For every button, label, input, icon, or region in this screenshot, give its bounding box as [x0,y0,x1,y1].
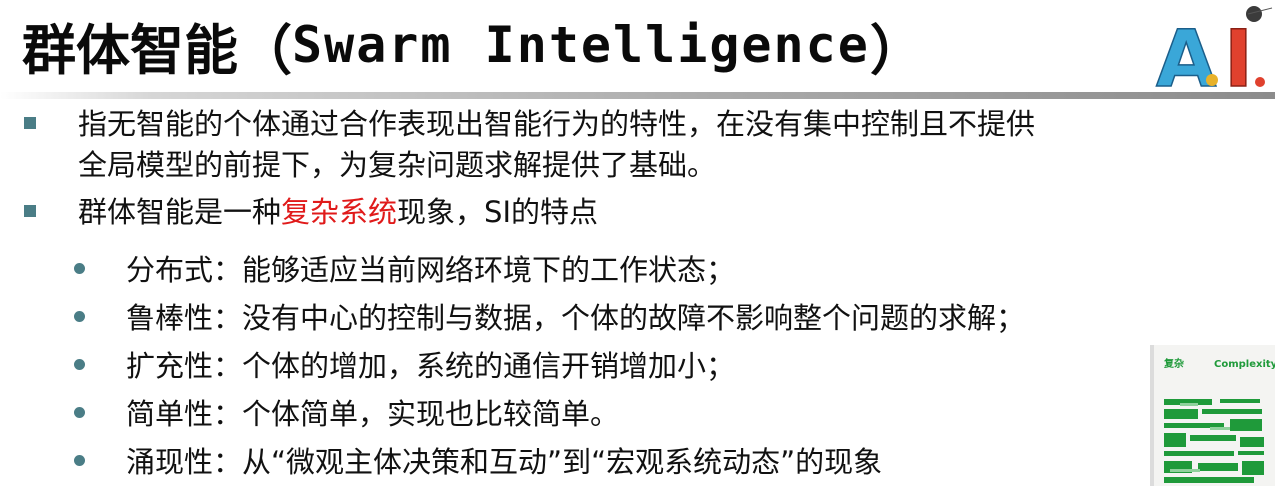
round-bullet-icon [74,310,85,322]
feature-item-simplicity: 简单性：个体简单，实现也比较简单。 [74,392,619,432]
feature-desc: 个体的增加，系统的通信开销增加小； [242,349,736,383]
square-bullet-icon [24,117,36,129]
book-title-cn: 复杂 [1163,357,1184,370]
round-bullet-icon [74,454,85,466]
feature-name: 扩充性 [126,349,214,383]
feature-name: 涌现性 [126,445,214,479]
title-english: Swarm Intelligence [292,16,870,74]
feature-desc: 个体简单，实现也比较简单。 [242,397,620,431]
feature-item-distributed: 分布式：能够适应当前网络环境下的工作状态； [74,248,735,288]
feature-item-scalability: 扩充性：个体的增加，系统的通信开销增加小； [74,344,735,384]
round-bullet-icon [74,262,85,274]
feature-desc: 能够适应当前网络环境下的工作状态； [242,253,736,287]
svg-text:A: A [1156,15,1216,96]
bullet-point-definition: 指无智能的个体通过合作表现出智能行为的特性，在没有集中控制且不提供 全局模型的前… [24,104,1035,186]
svg-text:I: I [1224,15,1253,96]
title-divider [0,92,1275,99]
si-prefix: 群体智能是一种 [78,195,282,229]
ai-logo: A I [1155,6,1273,96]
title-chinese: 群体智能（ [22,18,292,82]
feature-item-emergence: 涌现性：从“微观主体决策和互动”到“宏观系统动态”的现象 [74,440,882,480]
definition-line-1: 指无智能的个体通过合作表现出智能行为的特性，在没有集中控制且不提供 [78,107,1036,141]
book-title-en: Complexity [1214,359,1275,370]
feature-sep: ： [213,301,243,335]
round-bullet-icon [74,358,85,370]
bullet-point-si-features: 群体智能是一种复杂系统现象，SI的特点 [24,192,598,233]
square-bullet-icon [24,205,36,217]
feature-desc: 从“微观主体决策和互动”到“宏观系统动态”的现象 [242,445,883,479]
si-suffix: 现象，SI的特点 [397,195,598,229]
definition-line-2: 全局模型的前提下，为复杂问题求解提供了基础。 [78,148,717,182]
round-bullet-icon [74,406,85,418]
title-close-paren: ） [869,18,924,82]
feature-sep: ： [213,253,243,287]
feature-sep: ： [213,397,243,431]
ai-logo-text: A I [1155,6,1273,96]
feature-name: 简单性 [126,397,214,431]
slide-title: 群体智能（ Swarm Intelligence） [22,2,924,88]
feature-sep: ： [213,445,243,479]
complexity-book-cover: 复杂 Complexity [1150,345,1275,486]
feature-name: 分布式 [126,253,214,287]
feature-desc: 没有中心的控制与数据，个体的故障不影响整个问题的求解； [242,301,1026,335]
feature-item-robustness: 鲁棒性：没有中心的控制与数据，个体的故障不影响整个问题的求解； [74,296,1025,336]
feature-name: 鲁棒性 [126,301,214,335]
feature-sep: ： [213,349,243,383]
complex-system-highlight: 复杂系统 [281,195,398,229]
